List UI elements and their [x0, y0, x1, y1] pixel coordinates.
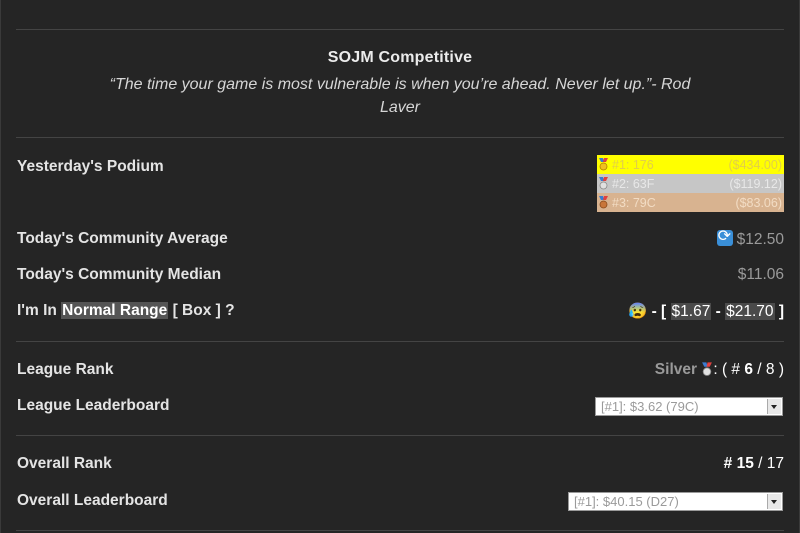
community-average-value: $12.50: [716, 227, 784, 249]
podium-box: #1: 176 ($434.00) #2: 63F ($119.12) #3: …: [597, 155, 784, 212]
range-dash: -: [711, 303, 726, 320]
bronze-medal-icon: [599, 195, 608, 208]
overall-rank-total: 17: [766, 455, 784, 472]
league-leaderboard-select[interactable]: [#1]: $3.62 (79C): [595, 397, 783, 416]
divider: [16, 530, 784, 531]
overall-rank-number: 15: [736, 455, 754, 472]
header: SOJM Competitive “The time your game is …: [0, 49, 800, 119]
overall-leaderboard-label: Overall Leaderboard: [17, 492, 168, 509]
overall-rank-sep: /: [753, 455, 767, 472]
divider: [16, 341, 784, 342]
range-open: - [: [651, 303, 671, 320]
overall-leaderboard-select[interactable]: [#1]: $40.15 (D27): [568, 492, 783, 511]
normal-range-suffix: [ Box ] ?: [168, 302, 235, 319]
league-rank-sep: /: [752, 361, 766, 378]
podium-entry-2: #2: 63F ($119.12): [597, 174, 784, 193]
league-leaderboard-label: League Leaderboard: [17, 397, 170, 414]
divider: [16, 29, 784, 30]
league-rank-value: Silver : ( # 6 / 8 ): [655, 361, 784, 379]
podium-amount: ($119.12): [729, 176, 782, 191]
quote: “The time your game is most vulnerable i…: [109, 76, 691, 116]
community-median-value: $11.06: [737, 266, 784, 283]
overall-leaderboard-selected: [#1]: $40.15 (D27): [574, 494, 679, 509]
chevron-down-icon[interactable]: [767, 399, 781, 414]
overall-rank-prefix: #: [723, 455, 737, 472]
divider: [16, 435, 784, 436]
league-tier: Silver: [654, 361, 698, 378]
community-average-label: Today's Community Average: [17, 230, 228, 247]
range-close: ]: [774, 303, 784, 320]
podium-label: Yesterday's Podium: [17, 158, 164, 175]
league-rank-total: 8: [765, 361, 775, 378]
page-title: SOJM Competitive: [327, 49, 473, 66]
normal-range-label: I'm In Normal Range [ Box ] ?: [17, 302, 235, 320]
overall-rank-value: # 15 / 17: [724, 455, 784, 473]
overall-rank-label: Overall Rank: [17, 455, 112, 472]
divider: [16, 137, 784, 138]
league-rank-label: League Rank: [17, 361, 114, 378]
silver-medal-icon: [702, 362, 713, 376]
average-amount: $12.50: [736, 231, 784, 248]
silver-medal-icon: [599, 176, 608, 189]
refresh-icon[interactable]: [716, 227, 733, 247]
league-rank-open: : ( #: [713, 361, 745, 378]
podium-entry-3: #3: 79C ($83.06): [597, 193, 784, 212]
podium-rank: #3: 79C: [612, 195, 656, 210]
range-low: $1.67: [670, 303, 712, 320]
normal-range-value: 😰 - [ $1.67 - $21.70 ]: [628, 302, 784, 321]
league-leaderboard-selected: [#1]: $3.62 (79C): [601, 399, 699, 414]
podium-rank: #1: 176: [612, 157, 654, 172]
podium-amount: ($434.00): [728, 157, 782, 172]
podium-entry-1: #1: 176 ($434.00): [597, 155, 784, 174]
league-rank-close: ): [774, 361, 784, 378]
gold-medal-icon: [599, 157, 608, 170]
chevron-down-icon[interactable]: [767, 494, 781, 509]
community-median-label: Today's Community Median: [17, 266, 222, 283]
podium-amount: ($83.06): [735, 195, 782, 210]
podium-rank: #2: 63F: [612, 176, 655, 191]
normal-range-prefix: I'm In: [17, 302, 62, 319]
range-high: $21.70: [725, 303, 775, 320]
worried-face-icon: 😰: [627, 303, 648, 320]
league-rank-number: 6: [744, 361, 753, 378]
normal-range-highlight: Normal Range: [61, 302, 169, 319]
